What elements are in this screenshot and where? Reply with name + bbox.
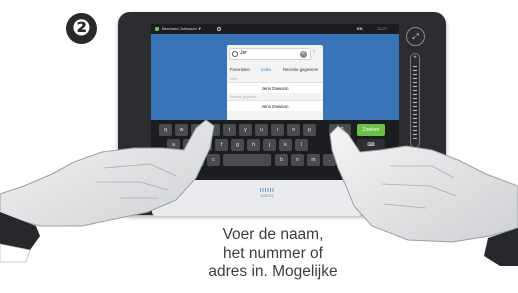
key-j[interactable]: j — [263, 139, 276, 151]
key-f[interactable]: f — [215, 139, 228, 151]
backspace-key[interactable]: ⌫ — [329, 124, 351, 136]
touch-screen: Bernhard Johnsson ▼ EN 13:27 Jer × › Fav… — [151, 24, 399, 180]
key-e[interactable]: e — [191, 124, 204, 136]
key-s[interactable]: s — [183, 139, 196, 151]
section-header: Recente gegevens — [230, 95, 257, 99]
keyboard-toggle-key[interactable]: ⌨ — [357, 139, 385, 151]
language-indicator: EN — [357, 26, 363, 31]
caption-line: adres in. Mogelijke — [208, 263, 338, 280]
caption-line: het nummer of — [223, 244, 323, 262]
search-query: Jer — [240, 50, 247, 56]
search-icon — [232, 51, 238, 57]
key-y[interactable]: y — [239, 124, 252, 136]
caption-line: Voer de naam, — [222, 226, 324, 243]
key-w[interactable]: w — [175, 124, 188, 136]
key-h[interactable]: h — [247, 139, 260, 151]
key-c[interactable]: c — [207, 154, 220, 166]
key-g[interactable]: g — [231, 139, 244, 151]
key-p[interactable]: p — [303, 124, 316, 136]
key-a[interactable]: a — [167, 139, 180, 151]
key-t[interactable]: t — [223, 124, 236, 136]
chevron-right-icon[interactable]: › — [313, 49, 315, 55]
key-k[interactable]: k — [279, 139, 292, 151]
key-z[interactable]: z — [175, 154, 188, 166]
instruction-caption: Voer de naam, het nummer of adres in. Mo… — [198, 226, 348, 282]
clear-icon[interactable]: × — [300, 51, 307, 58]
expand-icon[interactable]: ⤢ — [406, 27, 425, 46]
key-i[interactable]: i — [271, 124, 284, 136]
volume-slider[interactable]: + — [410, 53, 420, 148]
key-m[interactable]: m — [307, 154, 320, 166]
on-screen-keyboard: q w e r t y u i o p ⌫ Zoeken a s d f g h… — [151, 120, 399, 180]
search-tabs: Favorieten Index Recente gegevens — [227, 65, 323, 75]
tab-recent[interactable]: Recente gegevens — [283, 67, 318, 72]
step-badge: ❷ — [66, 13, 97, 44]
key-o[interactable]: o — [287, 124, 300, 136]
section-header: Index — [230, 77, 238, 81]
shift-key[interactable]: ↑ — [159, 154, 172, 166]
user-name[interactable]: Bernhard Johnsson ▼ — [162, 24, 202, 34]
info-icon[interactable] — [217, 27, 221, 31]
search-enter-button[interactable]: Zoeken — [357, 124, 385, 136]
tab-favorites[interactable]: Favorieten — [230, 67, 250, 72]
space-key[interactable] — [223, 154, 271, 166]
key-b[interactable]: b — [275, 154, 288, 166]
result-item[interactable]: Jens Dawson — [227, 82, 323, 93]
key-period[interactable]: . — [323, 154, 336, 166]
volume-plus-icon[interactable]: + — [411, 55, 419, 62]
key-n[interactable]: n — [291, 154, 304, 166]
cisco-logo: CISCO — [253, 188, 281, 198]
search-input[interactable]: Jer × — [229, 48, 311, 60]
key-q[interactable]: q — [159, 124, 172, 136]
key-comma[interactable]: , — [339, 154, 352, 166]
right-rail: ⤢ + — [403, 23, 431, 148]
key-l[interactable]: l — [295, 139, 308, 151]
key-d[interactable]: d — [199, 139, 212, 151]
clock: 13:27 — [377, 26, 388, 31]
key-u[interactable]: u — [255, 124, 268, 136]
result-item[interactable]: Jens Dawson — [227, 100, 323, 111]
presence-indicator — [155, 27, 159, 31]
tab-directory[interactable]: Index — [261, 67, 271, 72]
key-x[interactable]: x — [191, 154, 204, 166]
status-bar: Bernhard Johnsson ▼ EN 13:27 — [151, 24, 399, 34]
volume-ticks — [413, 66, 417, 142]
key-r[interactable]: r — [207, 124, 220, 136]
